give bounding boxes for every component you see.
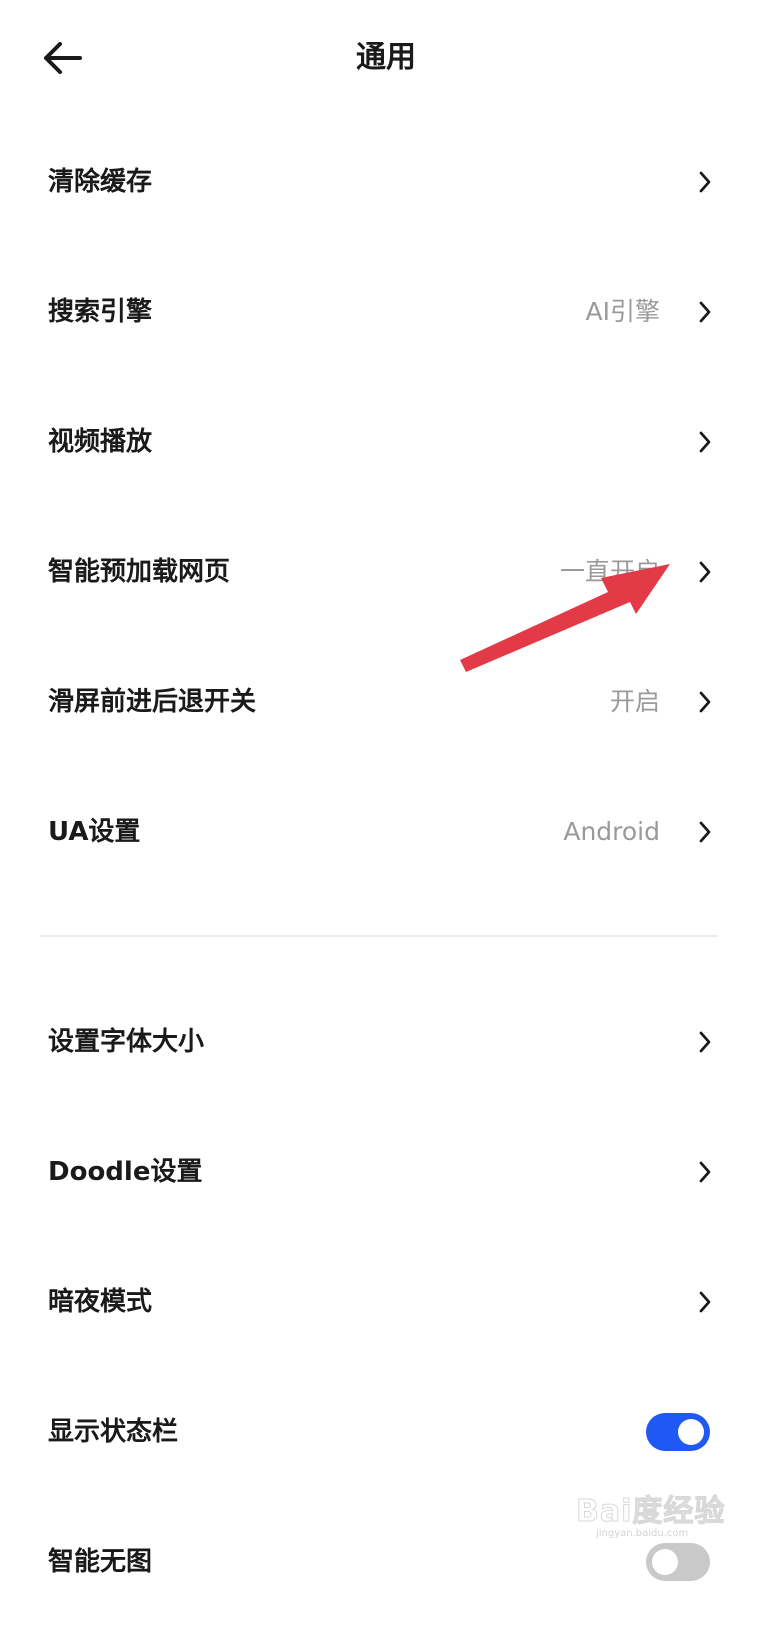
- settings-item-video-playback[interactable]: 视频播放: [0, 377, 772, 507]
- toggle-knob: [678, 1419, 704, 1445]
- settings-item-label: 智能预加载网页: [48, 557, 231, 587]
- settings-item-label: 显示状态栏: [48, 1417, 179, 1447]
- chevron-right-icon: [699, 821, 711, 843]
- chevron-right-icon: [699, 431, 711, 453]
- settings-item-smart-preload[interactable]: 智能预加载网页 一直开启: [0, 507, 772, 637]
- settings-item-value: Android: [563, 817, 660, 846]
- settings-item-label: Doodle设置: [48, 1157, 203, 1187]
- settings-item-value: AI引擎: [585, 297, 660, 326]
- no-image-toggle[interactable]: [646, 1543, 710, 1581]
- settings-item-font-size[interactable]: 设置字体大小: [0, 977, 772, 1107]
- settings-item-swipe-navigation[interactable]: 滑屏前进后退开关 开启: [0, 637, 772, 767]
- chevron-right-icon: [699, 1031, 711, 1053]
- settings-item-smart-no-image: 智能无图: [0, 1497, 772, 1627]
- chevron-right-icon: [699, 1161, 711, 1183]
- chevron-right-icon: [699, 561, 711, 583]
- settings-item-doodle[interactable]: Doodle设置: [0, 1107, 772, 1237]
- top-app-bar: 通用: [0, 0, 772, 114]
- section-divider: [40, 935, 718, 937]
- chevron-right-icon: [699, 301, 711, 323]
- chevron-right-icon: [699, 691, 711, 713]
- chevron-right-icon: [699, 171, 711, 193]
- settings-item-label: 智能无图: [48, 1547, 153, 1577]
- settings-item-label: UA设置: [48, 817, 141, 847]
- settings-item-value: 开启: [609, 687, 660, 716]
- settings-item-dark-mode[interactable]: 暗夜模式: [0, 1237, 772, 1367]
- settings-item-label: 暗夜模式: [48, 1287, 153, 1317]
- settings-item-value: 一直开启: [559, 557, 660, 586]
- settings-item-label: 搜索引擎: [48, 297, 153, 327]
- settings-item-clear-cache[interactable]: 清除缓存: [0, 117, 772, 247]
- settings-item-search-engine[interactable]: 搜索引擎 AI引擎: [0, 247, 772, 377]
- settings-item-ua[interactable]: UA设置 Android: [0, 767, 772, 897]
- chevron-right-icon: [699, 1291, 711, 1313]
- settings-item-label: 滑屏前进后退开关: [48, 687, 257, 717]
- page-title: 通用: [356, 40, 416, 75]
- settings-item-label: 视频播放: [48, 427, 153, 457]
- settings-item-label: 清除缓存: [48, 167, 153, 197]
- settings-item-show-status-bar: 显示状态栏: [0, 1367, 772, 1497]
- toggle-knob: [652, 1549, 678, 1575]
- settings-item-label: 设置字体大小: [48, 1027, 205, 1057]
- status-bar-toggle[interactable]: [646, 1413, 710, 1451]
